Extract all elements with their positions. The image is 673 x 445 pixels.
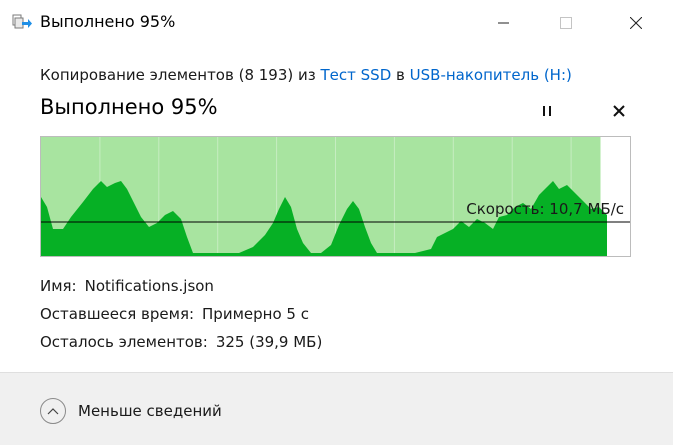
- detail-name-label: Имя:: [40, 277, 77, 295]
- speed-label: Скорость: 10,7 МБ/с: [466, 200, 624, 218]
- progress-title: Выполнено 95%: [40, 95, 218, 119]
- minimize-icon: [498, 22, 509, 24]
- speed-graph: Скорость: 10,7 МБ/с: [40, 136, 631, 257]
- copy-files-icon: [12, 14, 32, 32]
- title-bar: Выполнено 95%: [0, 0, 673, 46]
- pause-icon: [543, 106, 551, 116]
- detail-items-label: Осталось элементов:: [40, 333, 208, 351]
- window-title: Выполнено 95%: [40, 12, 176, 31]
- cancel-button[interactable]: [604, 98, 634, 124]
- close-icon: [630, 17, 642, 29]
- detail-items-row: Осталось элементов: 325 (39,9 МБ): [40, 333, 322, 351]
- detail-time-label: Оставшееся время:: [40, 305, 195, 323]
- detail-items-value: 325 (39,9 МБ): [215, 333, 323, 351]
- speed-graph-canvas: [41, 137, 630, 256]
- cancel-icon: [613, 105, 625, 117]
- detail-time-value: Примерно 5 с: [202, 305, 309, 323]
- close-button[interactable]: [613, 0, 659, 46]
- copy-summary: Копирование элементов (8 193) из Тест SS…: [40, 66, 572, 84]
- copy-summary-middle: в: [396, 66, 405, 84]
- maximize-icon: [560, 17, 572, 29]
- chevron-up-icon: [40, 398, 66, 424]
- minimize-button[interactable]: [481, 0, 527, 46]
- footer-bar: Меньше сведений: [0, 372, 673, 445]
- maximize-button[interactable]: [543, 0, 589, 46]
- detail-time-row: Оставшееся время: Примерно 5 с: [40, 305, 309, 323]
- less-details-label: Меньше сведений: [78, 402, 222, 420]
- detail-name-value: Notifications.json: [84, 277, 214, 295]
- copy-summary-prefix: Копирование элементов (8 193) из: [40, 66, 316, 84]
- destination-link[interactable]: USB-накопитель (H:): [410, 66, 572, 84]
- source-link[interactable]: Тест SSD: [321, 66, 392, 84]
- pause-button[interactable]: [532, 98, 562, 124]
- detail-name-row: Имя: Notifications.json: [40, 277, 214, 295]
- less-details-toggle[interactable]: Меньше сведений: [40, 398, 222, 424]
